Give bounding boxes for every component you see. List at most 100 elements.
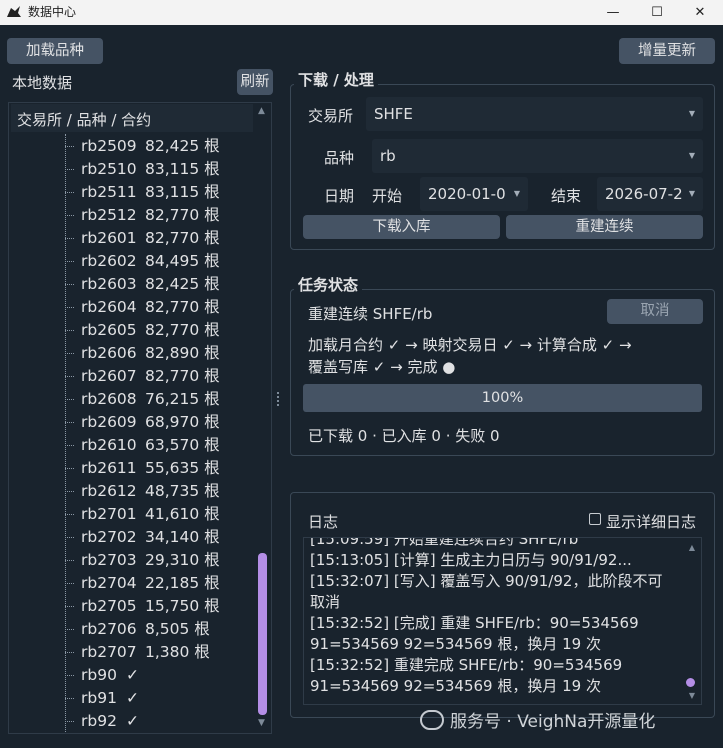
splitter-handle[interactable] — [277, 392, 281, 406]
tree-item-rb2706[interactable]: rb2706 8,505 根 — [65, 618, 220, 641]
tree-item-rb2511[interactable]: rb2511 83,115 根 — [65, 181, 220, 204]
product-select[interactable]: rb ▼ — [372, 139, 703, 173]
close-button[interactable]: ✕ — [677, 0, 723, 25]
tree-branch-tick — [65, 629, 74, 630]
tree-item-rb2512[interactable]: rb2512 82,770 根 — [65, 204, 220, 227]
bar-count: 82,770 根 — [145, 298, 220, 316]
tree-item-rb2605[interactable]: rb2605 82,770 根 — [65, 319, 220, 342]
contract-code: rb2609 — [81, 413, 137, 431]
scroll-up-arrow-icon[interactable]: ▲ — [258, 106, 265, 116]
log-line: [15:32:07] [写入] 覆盖写入 90/91/92，此阶段不可 — [310, 572, 663, 590]
refresh-button[interactable]: 刷新 — [237, 69, 273, 95]
tree-item-rb2704[interactable]: rb2704 22,185 根 — [65, 572, 220, 595]
tree-branch-tick — [65, 583, 74, 584]
tree-item-rb2707[interactable]: rb2707 1,380 根 — [65, 641, 220, 664]
bar-count: 22,185 根 — [145, 574, 220, 592]
window-title: 数据中心 — [28, 5, 77, 19]
tree-branch-tick — [65, 353, 74, 354]
contract-code: rb2610 — [81, 436, 137, 454]
download-group-title: 下载 / 处理 — [294, 69, 378, 90]
bar-count: 84,495 根 — [145, 252, 220, 270]
tree-branch-tick — [65, 238, 74, 239]
load-products-button[interactable]: 加载品种 — [7, 38, 103, 64]
progress-text: 100% — [481, 390, 524, 406]
start-label: 开始 — [372, 187, 403, 205]
contract-code: rb2702 — [81, 528, 137, 546]
tree-item-rb2610[interactable]: rb2610 63,570 根 — [65, 434, 220, 457]
tree-item-rb2702[interactable]: rb2702 34,140 根 — [65, 526, 220, 549]
bar-count: 63,570 根 — [145, 436, 220, 454]
bar-count: 82,770 根 — [145, 367, 220, 385]
bar-count: 15,750 根 — [145, 597, 220, 615]
tree-item-rb2509[interactable]: rb2509 82,425 根 — [65, 135, 220, 158]
detail-log-checkbox[interactable] — [589, 513, 601, 525]
tree-branch-tick — [65, 146, 74, 147]
contract-code: rb2706 — [81, 620, 137, 638]
exchange-select[interactable]: SHFE ▼ — [366, 97, 703, 131]
cancel-button[interactable]: 取消 — [607, 299, 703, 324]
minimize-button[interactable]: — — [590, 0, 636, 25]
maximize-button[interactable]: ☐ — [634, 0, 680, 25]
download-button[interactable]: 下载入库 — [303, 215, 500, 239]
log-scrollbar-thumb[interactable] — [686, 678, 695, 687]
tree-item-rb2607[interactable]: rb2607 82,770 根 — [65, 365, 220, 388]
date-label: 日期 — [324, 187, 355, 205]
tree-item-rb90[interactable]: rb90 ✓ — [65, 664, 220, 687]
tree-item-rb2703[interactable]: rb2703 29,310 根 — [65, 549, 220, 572]
watermark-text: 服务号 · VeighNa开源量化 — [450, 712, 656, 732]
tree-item-rb2611[interactable]: rb2611 55,635 根 — [65, 457, 220, 480]
tree-item-rb2705[interactable]: rb2705 15,750 根 — [65, 595, 220, 618]
tree-branch-tick — [65, 652, 74, 653]
contract-code: rb2512 — [81, 206, 137, 224]
bar-count: 82,425 根 — [145, 137, 220, 155]
tree-item-rb2602[interactable]: rb2602 84,495 根 — [65, 250, 220, 273]
bar-count: 83,115 根 — [145, 183, 220, 201]
tree-item-rb91[interactable]: rb91 ✓ — [65, 687, 220, 710]
contract-code: rb92 — [81, 712, 117, 730]
bar-count: 34,140 根 — [145, 528, 220, 546]
local-data-label: 本地数据 — [12, 74, 73, 92]
incremental-update-button[interactable]: 增量更新 — [619, 38, 715, 64]
contract-code: rb2704 — [81, 574, 137, 592]
bar-count: 76,215 根 — [145, 390, 220, 408]
tree-item-rb2606[interactable]: rb2606 82,890 根 — [65, 342, 220, 365]
tree-item-rb2603[interactable]: rb2603 82,425 根 — [65, 273, 220, 296]
contract-code: rb2605 — [81, 321, 137, 339]
tree-branch-tick — [65, 537, 74, 538]
exchange-value: SHFE — [374, 105, 413, 123]
tree-item-rb2612[interactable]: rb2612 48,735 根 — [65, 480, 220, 503]
contract-code: rb2511 — [81, 183, 137, 201]
contract-code: rb2701 — [81, 505, 137, 523]
tree-item-rb2701[interactable]: rb2701 41,610 根 — [65, 503, 220, 526]
tree-rows: rb2509 82,425 根 rb2510 83,115 根 rb2511 83,115… — [65, 135, 220, 733]
tree-item-rb2608[interactable]: rb2608 76,215 根 — [65, 388, 220, 411]
watermark: 服务号 · VeighNa开源量化 — [420, 707, 655, 732]
data-tree[interactable]: 交易所 / 品种 / 合约 rb2509 82,425 根 rb2510 83,115… — [8, 102, 272, 734]
bar-count: ✓ — [126, 666, 139, 684]
bar-count: 8,505 根 — [145, 620, 210, 638]
tree-scrollbar-thumb[interactable] — [258, 553, 267, 715]
log-lines: [15:09:59] 开始重建连续合约 SHFE/rb [15:13:05] [计… — [310, 538, 682, 697]
bar-count: 1,380 根 — [145, 643, 210, 661]
contract-code: rb2602 — [81, 252, 137, 270]
start-date-input[interactable]: 2020-01-0 ▼ — [420, 177, 528, 211]
task-name: 重建连续 SHFE/rb — [308, 305, 433, 323]
log-output[interactable]: [15:09:59] 开始重建连续合约 SHFE/rb [15:13:05] [计… — [303, 537, 702, 705]
tree-item-rb92[interactable]: rb92 ✓ — [65, 710, 220, 733]
tree-item-rb2510[interactable]: rb2510 83,115 根 — [65, 158, 220, 181]
bar-count: 82,770 根 — [145, 321, 220, 339]
bar-count: ✓ — [126, 712, 139, 730]
end-date-input[interactable]: 2026-07-2 ▼ — [597, 177, 703, 211]
tree-item-rb2601[interactable]: rb2601 82,770 根 — [65, 227, 220, 250]
end-date-value: 2026-07-2 — [605, 185, 683, 203]
log-line: 91=534569 92=534569 根，换月 19 次 — [310, 635, 601, 653]
rebuild-button[interactable]: 重建连续 — [506, 215, 703, 239]
log-line: [15:13:05] [计算] 生成主力日历与 90/91/92... — [310, 551, 632, 569]
log-scroll-up-arrow-icon[interactable]: ▲ — [689, 543, 695, 552]
log-scroll-down-arrow-icon[interactable]: ▼ — [689, 691, 695, 700]
tree-item-rb2609[interactable]: rb2609 68,970 根 — [65, 411, 220, 434]
detail-log-label[interactable]: 显示详细日志 — [606, 511, 696, 532]
tree-item-rb2604[interactable]: rb2604 82,770 根 — [65, 296, 220, 319]
scroll-down-arrow-icon[interactable]: ▼ — [258, 718, 265, 728]
tree-branch-tick — [65, 284, 74, 285]
